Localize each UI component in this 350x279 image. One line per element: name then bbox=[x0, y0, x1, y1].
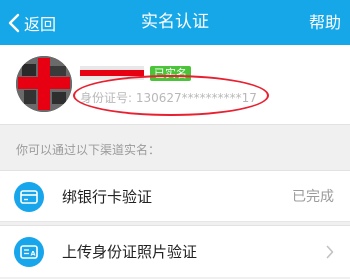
method-label: 上传身份证照片验证 bbox=[62, 243, 198, 261]
svg-text:A: A bbox=[31, 250, 36, 258]
avatar bbox=[16, 56, 72, 112]
method-status: 已完成 bbox=[292, 189, 334, 205]
verified-badge: 已实名 bbox=[150, 65, 191, 81]
method-label: 绑银行卡验证 bbox=[62, 188, 153, 206]
back-label: 返回 bbox=[24, 14, 57, 34]
avatar-redacted-image bbox=[16, 56, 72, 112]
chevron-left-icon bbox=[8, 13, 20, 32]
id-number-text: 身份证号: 130627**********17 bbox=[80, 91, 257, 105]
back-button[interactable]: 返回 bbox=[8, 0, 56, 45]
help-button[interactable]: 帮助 bbox=[309, 0, 341, 45]
method-bank-card[interactable]: 绑银行卡验证 已完成 bbox=[0, 170, 350, 222]
name-row: 已实名 bbox=[80, 64, 191, 82]
id-card-icon: A bbox=[14, 237, 44, 267]
section-label: 你可以通过以下渠道实名： bbox=[16, 143, 161, 157]
bank-card-icon bbox=[14, 182, 44, 212]
profile-card: 已实名 身份证号: 130627**********17 bbox=[0, 45, 350, 125]
header-bar: 返回 实名认证 帮助 bbox=[0, 0, 350, 45]
redacted-name bbox=[80, 66, 144, 80]
chevron-right-icon bbox=[326, 245, 334, 259]
method-id-photo[interactable]: A 上传身份证照片验证 bbox=[0, 225, 350, 277]
